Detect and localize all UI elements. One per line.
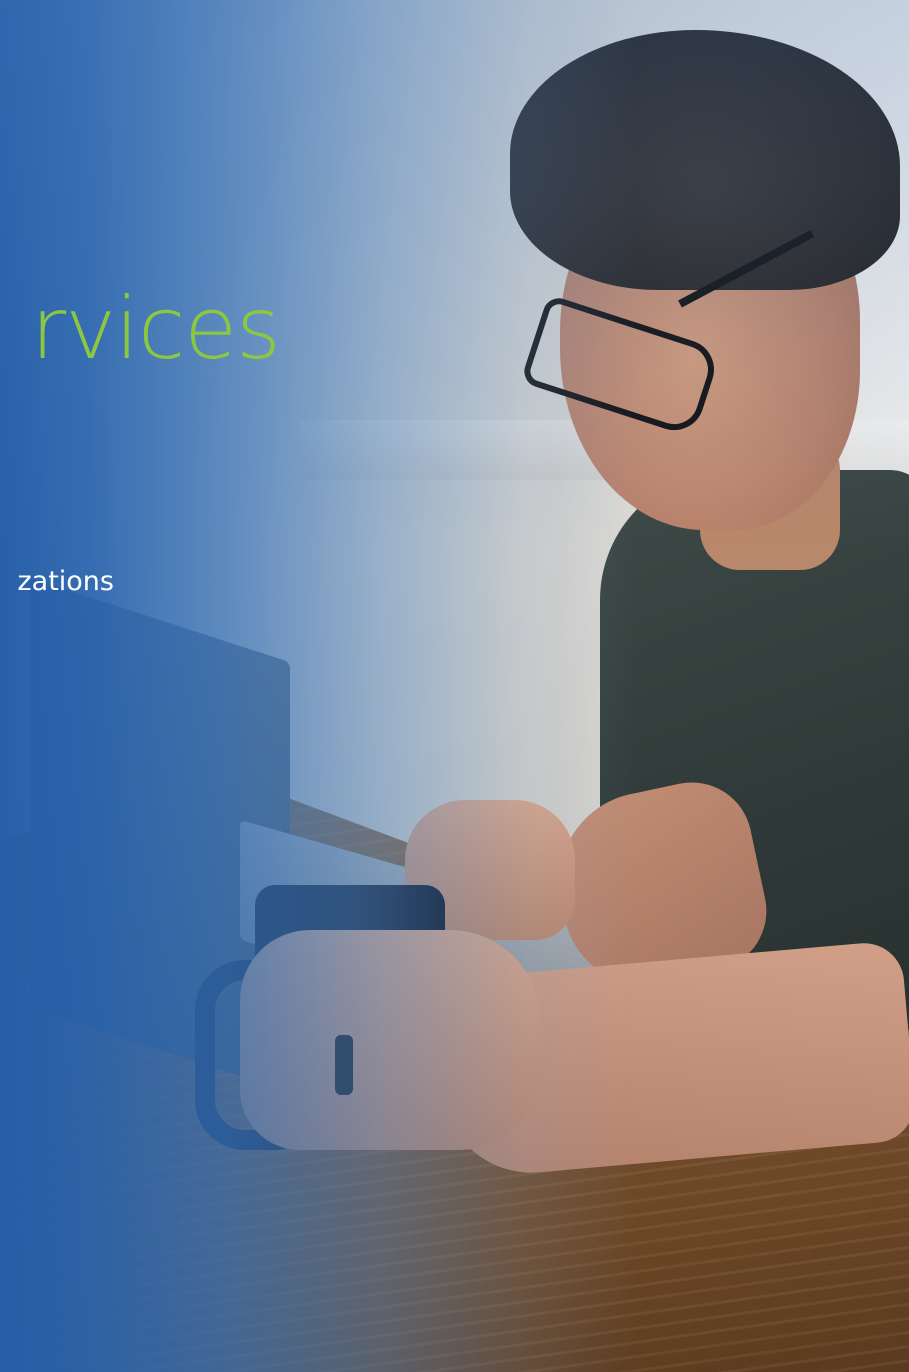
blue-top-overlay	[0, 0, 909, 1372]
hero-headline: rvices	[30, 279, 281, 379]
hero-banner: rvices zations	[0, 0, 909, 1372]
hero-subtext: zations	[17, 566, 114, 597]
